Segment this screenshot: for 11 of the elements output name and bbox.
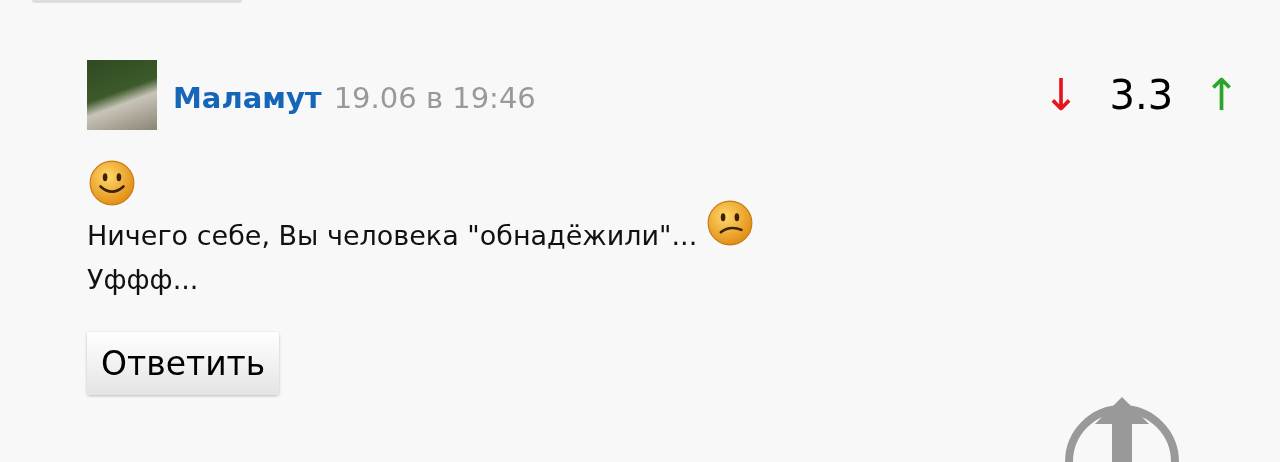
comment-text: Ничего себе, Вы человека "обнадёжили"... <box>87 219 698 253</box>
comment-text: Уффф... <box>87 263 199 297</box>
reply-button[interactable]: Ответить <box>87 332 280 395</box>
comment-date: 19.06 в 19:46 <box>333 81 536 115</box>
vote-down-button[interactable]: ↓ <box>1042 73 1080 117</box>
smiley-icon <box>89 160 135 206</box>
photo-placeholder <box>87 60 157 130</box>
rating-score: 3.3 <box>1109 72 1174 118</box>
uneasy-face-icon <box>707 200 754 246</box>
author-link[interactable]: Маламут <box>173 81 322 115</box>
vote-up-button[interactable]: ↑ <box>1203 73 1240 117</box>
